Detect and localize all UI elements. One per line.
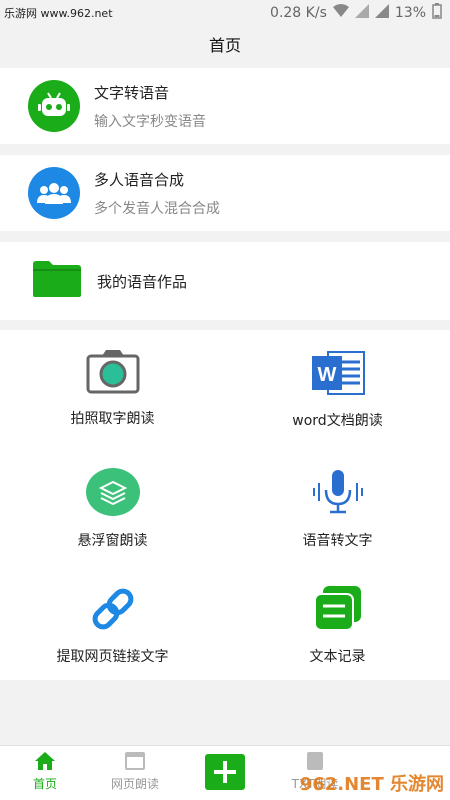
home-icon (0, 752, 90, 773)
grid-item-word-read[interactable]: W word文档朗读 (225, 350, 450, 430)
grid-label: 拍照取字朗读 (70, 411, 155, 427)
grid-item-photo-read[interactable]: 拍照取字朗读 (0, 350, 225, 428)
battery-percent: 13% (394, 5, 426, 21)
page-title: 首页 (0, 26, 450, 66)
watermark-logo: 962.NET 乐游网 (299, 774, 444, 795)
my-works-row[interactable]: 我的语音作品 (0, 242, 450, 320)
folder-icon (33, 261, 81, 301)
tab-add[interactable] (180, 746, 270, 790)
status-bar: 乐游网 www.962.net 0.28 K/s 13% (0, 0, 450, 26)
feature-title: 多人语音合成 (94, 170, 185, 189)
grid-label: 提取网页链接文字 (56, 649, 169, 665)
feature-title: 文字转语音 (94, 83, 170, 102)
microphone-icon (309, 468, 367, 520)
tab-label: 网页朗读 (110, 777, 159, 791)
word-icon: W (310, 350, 366, 400)
grid-label: 悬浮窗朗读 (77, 533, 148, 549)
grid-item-web-link-text[interactable]: 提取网页链接文字 (0, 586, 225, 666)
tab-web-read[interactable]: 网页朗读 (90, 746, 180, 792)
people-icon (28, 167, 80, 219)
feature-multi-voice[interactable]: 多人语音合成 多个发音人混合合成 (0, 155, 450, 231)
camera-icon (86, 350, 140, 398)
grid-label: 语音转文字 (302, 533, 373, 549)
wifi-icon (332, 4, 349, 22)
tools-grid: 拍照取字朗读 W word文档朗读 悬浮窗朗读 语音转文字 提取网页链接文字 文… (0, 330, 450, 680)
battery-icon (432, 3, 442, 23)
tab-home[interactable]: 首页 (0, 746, 90, 792)
browser-icon (90, 752, 180, 773)
layers-icon (85, 468, 140, 520)
feature-subtitle: 输入文字秒变语音 (94, 113, 206, 130)
grid-item-float-read[interactable]: 悬浮窗朗读 (0, 468, 225, 550)
status-indicators: 0.28 K/s 13% (270, 3, 442, 23)
bottom-tab-bar: 首页 网页朗读 TXT朗读 962.NET 乐游网 (0, 745, 450, 800)
grid-item-speech-to-text[interactable]: 语音转文字 (225, 468, 450, 550)
link-icon (88, 586, 138, 636)
grid-label: word文档朗读 (292, 413, 383, 429)
grid-label: 文本记录 (309, 649, 366, 665)
svg-text:W: W (317, 364, 336, 386)
feature-text-to-speech[interactable]: 文字转语音 输入文字秒变语音 (0, 68, 450, 144)
watermark-text: 乐游网 www.962.net (4, 7, 113, 20)
my-works-label: 我的语音作品 (97, 272, 188, 291)
feature-subtitle: 多个发音人混合合成 (94, 200, 220, 217)
notes-icon (313, 586, 363, 636)
plus-icon (205, 754, 245, 790)
network-speed: 0.28 K/s (270, 5, 327, 21)
signal-icon (354, 4, 369, 22)
grid-item-text-record[interactable]: 文本记录 (225, 586, 450, 666)
tab-label: 首页 (32, 777, 57, 791)
robot-icon (28, 80, 80, 132)
signal-icon-2 (374, 4, 389, 22)
